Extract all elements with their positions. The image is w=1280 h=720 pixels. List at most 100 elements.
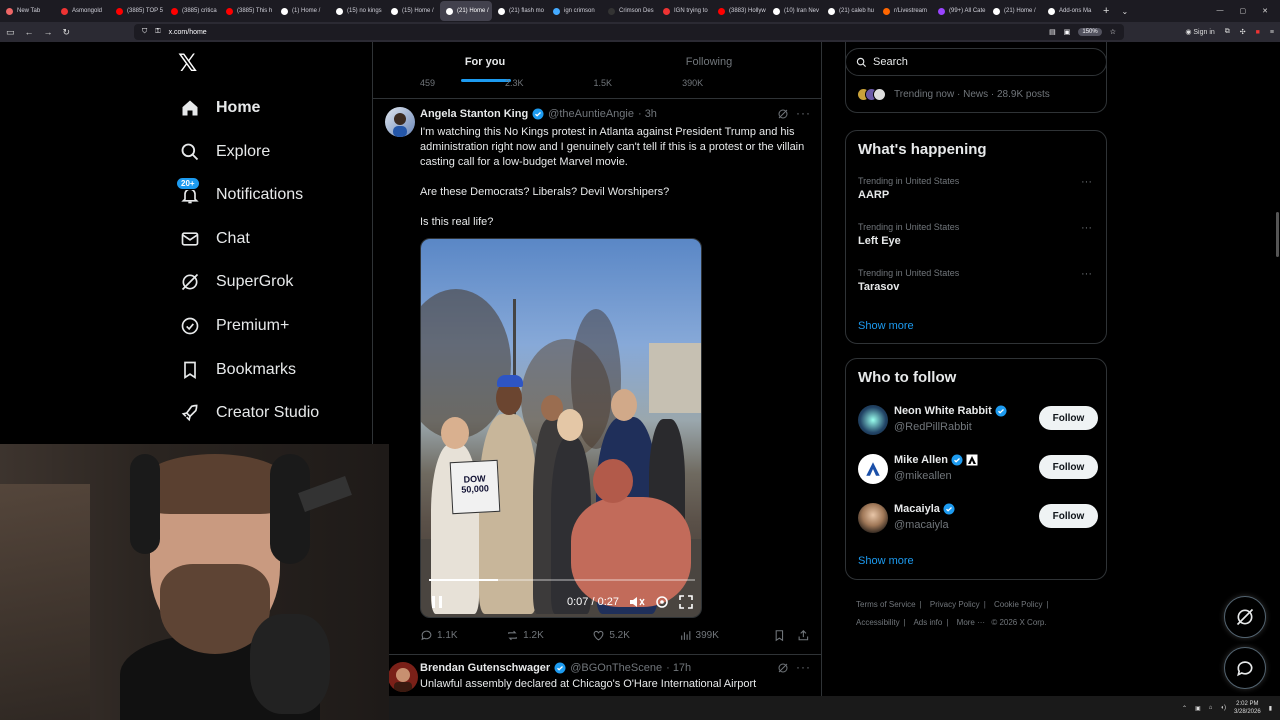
zoom-level[interactable]: 150% bbox=[1078, 28, 1102, 36]
sidebar-toggle-icon[interactable]: ▭ bbox=[6, 27, 15, 38]
browser-tab[interactable]: Crimson Des bbox=[602, 1, 657, 21]
avatar[interactable] bbox=[858, 503, 888, 533]
browser-tab[interactable]: (3885) This h bbox=[220, 1, 275, 21]
grok-icon[interactable] bbox=[777, 662, 789, 674]
prev-view-count[interactable]: 390K bbox=[682, 78, 703, 88]
reload-icon[interactable]: ↻ bbox=[63, 27, 71, 38]
tab-for-you[interactable]: For you bbox=[373, 42, 597, 82]
trend-item[interactable]: Trending in United States Tarasov ··· bbox=[858, 268, 1098, 293]
show-more-trends-link[interactable]: Show more bbox=[858, 320, 914, 332]
fullscreen-icon[interactable] bbox=[679, 595, 693, 609]
tweet-time[interactable]: · 17h bbox=[666, 662, 691, 674]
more-options-icon[interactable]: ··· bbox=[1081, 176, 1092, 188]
close-window-icon[interactable]: ✕ bbox=[1262, 7, 1268, 15]
browser-tab[interactable]: ign crimson bbox=[547, 1, 602, 21]
avatar[interactable] bbox=[858, 405, 888, 435]
nav-item-premium[interactable]: Premium+ bbox=[180, 311, 289, 341]
new-tab-icon[interactable]: + bbox=[1097, 5, 1115, 17]
browser-tab[interactable]: (15) no kings bbox=[330, 1, 385, 21]
menu-icon[interactable]: ≡ bbox=[1270, 29, 1274, 36]
extensions-icon[interactable]: ⧉ bbox=[1225, 28, 1230, 36]
nav-item-explore[interactable]: Explore bbox=[180, 137, 270, 167]
nav-item-chat[interactable]: Chat bbox=[180, 224, 250, 254]
follow-button[interactable]: Follow bbox=[1039, 406, 1098, 430]
browser-tab[interactable]: New Tab bbox=[0, 1, 55, 21]
mute-icon[interactable] bbox=[629, 595, 645, 609]
nav-item-notifications[interactable]: 20+ Notifications bbox=[176, 177, 303, 210]
footer-privacy-link[interactable]: Privacy Policy bbox=[930, 600, 980, 609]
browser-tab[interactable]: (21) caleb hu bbox=[822, 1, 877, 21]
tweet-time[interactable]: · 3h bbox=[638, 108, 657, 120]
shield-icon[interactable]: ⛉ bbox=[142, 28, 147, 36]
maximize-icon[interactable]: ▢ bbox=[1240, 7, 1247, 15]
prev-reply-count[interactable]: 459 bbox=[420, 78, 435, 88]
more-options-icon[interactable]: ··· bbox=[796, 106, 811, 120]
nav-item-supergrok[interactable]: SuperGrok bbox=[180, 267, 293, 297]
footer-accessibility-link[interactable]: Accessibility bbox=[856, 618, 900, 627]
pause-icon[interactable] bbox=[431, 595, 443, 609]
minimize-icon[interactable]: — bbox=[1217, 7, 1224, 15]
back-icon[interactable]: ← bbox=[25, 27, 34, 37]
prev-repost-count[interactable]: 2.3K bbox=[505, 78, 524, 88]
url-text[interactable]: x.com/home bbox=[169, 29, 207, 36]
browser-tab[interactable]: (21) Home /× bbox=[440, 1, 492, 21]
bookmark-star-icon[interactable]: ☆ bbox=[1110, 28, 1116, 36]
prev-like-count[interactable]: 1.5K bbox=[594, 78, 613, 88]
picture-in-picture-icon[interactable]: ▣ bbox=[1064, 28, 1071, 36]
share-icon[interactable] bbox=[797, 629, 810, 642]
browser-tab[interactable]: (3883) Hollyw bbox=[712, 1, 767, 21]
browser-tab[interactable]: (21) flash mo bbox=[492, 1, 547, 21]
trend-item[interactable]: Trending in United States Left Eye ··· bbox=[858, 222, 1098, 247]
tab-list-icon[interactable]: ⌄ bbox=[1115, 7, 1134, 16]
lock-icon[interactable]: ⚿ bbox=[155, 28, 160, 36]
tweet-avatar[interactable] bbox=[388, 662, 418, 692]
grok-floating-button[interactable] bbox=[1224, 596, 1266, 638]
author-name[interactable]: Brendan Gutenschwager bbox=[420, 662, 550, 674]
extension-icon[interactable]: ■ bbox=[1256, 29, 1260, 36]
nav-item-bookmarks[interactable]: Bookmarks bbox=[180, 355, 296, 385]
like-button[interactable]: 5.2K bbox=[592, 629, 678, 642]
browser-tab[interactable]: (3885) critica bbox=[165, 1, 220, 21]
notifications-icon[interactable]: ▮ bbox=[1269, 705, 1272, 712]
more-options-icon[interactable]: ··· bbox=[1081, 268, 1092, 280]
browser-tab[interactable]: IGN trying to bbox=[657, 1, 712, 21]
follow-suggestion[interactable]: Mike Allen @mikeallen Follow bbox=[858, 452, 1098, 484]
author-name[interactable]: Angela Stanton King bbox=[420, 108, 528, 120]
follow-suggestion[interactable]: Macaiyla @macaiyla Follow bbox=[858, 501, 1098, 533]
footer-ads-info-link[interactable]: Ads info bbox=[913, 618, 942, 627]
browser-tab[interactable]: Add-ons Ma bbox=[1042, 1, 1097, 21]
nav-item-creator-studio[interactable]: Creator Studio bbox=[180, 398, 319, 428]
more-options-icon[interactable]: ··· bbox=[796, 660, 811, 674]
account-button[interactable]: ◉ Sign in bbox=[1185, 28, 1214, 36]
scrollbar[interactable] bbox=[1276, 212, 1279, 257]
browser-tab[interactable]: r/Livestream bbox=[877, 1, 932, 21]
settings-gear-icon[interactable] bbox=[655, 595, 669, 609]
tray-chevron-icon[interactable]: ⌃ bbox=[1182, 705, 1187, 712]
chat-floating-button[interactable] bbox=[1224, 647, 1266, 689]
browser-tab[interactable]: (99+) All Cate bbox=[932, 1, 987, 21]
clock[interactable]: 2:02 PM 3/28/2026 bbox=[1234, 700, 1261, 716]
follow-button[interactable]: Follow bbox=[1039, 504, 1098, 528]
reply-button[interactable]: 1.1K bbox=[420, 629, 506, 642]
follow-suggestion[interactable]: Neon White Rabbit @RedPillRabbit Follow bbox=[858, 403, 1098, 435]
browser-tab[interactable]: Asmongold bbox=[55, 1, 110, 21]
bookmark-icon[interactable] bbox=[773, 629, 786, 642]
search-input[interactable]: Search bbox=[845, 48, 1107, 76]
extension-puzzle-icon[interactable]: ✣ bbox=[1240, 28, 1246, 36]
grok-icon[interactable] bbox=[777, 108, 789, 120]
forward-icon[interactable]: → bbox=[44, 27, 53, 37]
trending-now[interactable]: Trending now · News · 28.9K posts bbox=[857, 88, 1050, 101]
footer-more-link[interactable]: More ··· bbox=[957, 618, 985, 627]
browser-tab[interactable]: (15) Home / bbox=[385, 1, 440, 21]
tweet-avatar[interactable] bbox=[385, 107, 415, 137]
author-handle[interactable]: @theAuntieAngie bbox=[548, 108, 634, 120]
avatar[interactable] bbox=[858, 454, 888, 484]
x-logo[interactable]: 𝕏 bbox=[178, 52, 202, 76]
volume-icon[interactable]: ◖) bbox=[1220, 705, 1226, 711]
tray-app-icon[interactable]: ▣ bbox=[1195, 705, 1201, 712]
footer-terms-link[interactable]: Terms of Service bbox=[856, 600, 916, 609]
footer-cookie-link[interactable]: Cookie Policy bbox=[994, 600, 1042, 609]
browser-tab[interactable]: (21) Home / bbox=[987, 1, 1042, 21]
tab-following[interactable]: Following bbox=[597, 42, 821, 82]
repost-button[interactable]: 1.2K bbox=[506, 629, 592, 642]
